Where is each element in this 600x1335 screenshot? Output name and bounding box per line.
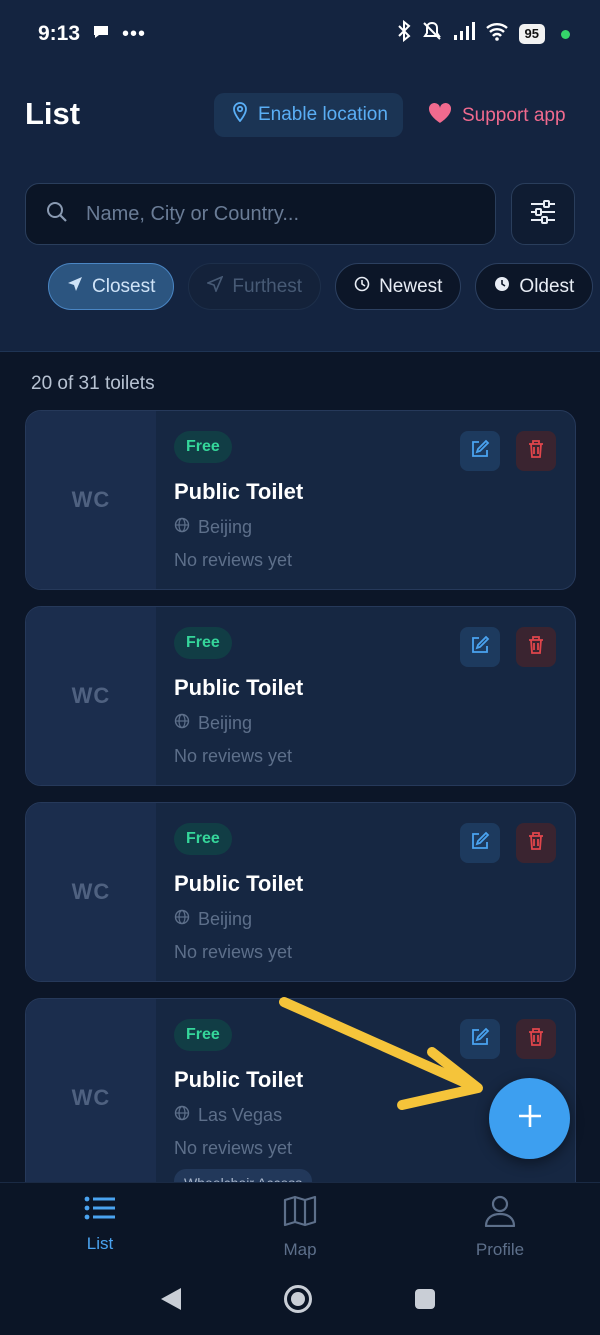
nav-list-label: List	[86, 1234, 114, 1253]
sliders-icon	[529, 199, 557, 229]
bottom-navigation: List Map Profile	[0, 1182, 600, 1270]
wc-thumbnail: WC	[26, 803, 156, 981]
clock-icon	[354, 276, 370, 298]
status-time: 9:13	[38, 22, 81, 45]
edit-icon	[470, 1027, 490, 1052]
price-badge: Free	[174, 627, 232, 659]
clock-filled-icon	[494, 276, 510, 298]
delete-button[interactable]	[516, 823, 556, 863]
search-bar	[25, 183, 496, 245]
mute-icon	[421, 20, 443, 48]
card-city: Beijing	[198, 909, 253, 929]
delete-button[interactable]	[516, 627, 556, 667]
card-reviews: No reviews yet	[174, 746, 293, 766]
chip-label: Closest	[92, 275, 156, 297]
chip-furthest[interactable]: Furthest	[188, 263, 322, 310]
card-reviews: No reviews yet	[174, 550, 293, 570]
recents-icon[interactable]	[414, 1288, 436, 1315]
sort-chips: Closest Furthest Newest Oldest	[48, 263, 600, 310]
wifi-icon	[485, 21, 509, 47]
chip-label: Newest	[379, 275, 443, 297]
result-count: 20 of 31 toilets	[31, 373, 155, 394]
search-input[interactable]	[86, 202, 466, 226]
chip-closest[interactable]: Closest	[48, 263, 175, 310]
chip-newest[interactable]: Newest	[335, 263, 462, 310]
system-navigation-bar	[0, 1270, 600, 1335]
support-app-label: Support app	[462, 105, 566, 126]
wc-thumbnail: WC	[26, 999, 156, 1197]
globe-icon	[174, 517, 190, 538]
add-toilet-button[interactable]	[489, 1078, 570, 1159]
card-title: Public Toilet	[174, 675, 304, 700]
trash-icon	[527, 831, 545, 856]
globe-icon	[174, 713, 190, 734]
edit-icon	[470, 439, 490, 464]
delete-button[interactable]	[516, 431, 556, 471]
bluetooth-icon	[397, 19, 411, 48]
nav-profile-label: Profile	[475, 1240, 525, 1259]
trash-icon	[527, 635, 545, 660]
heart-icon	[428, 102, 452, 130]
trash-icon	[527, 1027, 545, 1052]
toilet-card[interactable]: WC Free Public Toilet Beijing No reviews…	[25, 410, 576, 590]
toilet-card[interactable]: WC Free Public Toilet Beijing No reviews…	[25, 802, 576, 982]
edit-button[interactable]	[460, 431, 500, 471]
home-icon[interactable]	[283, 1284, 313, 1319]
more-dots-icon: •••	[122, 22, 147, 45]
status-bar: 9:13 ••• 95	[0, 0, 600, 68]
chip-oldest[interactable]: Oldest	[475, 263, 594, 310]
edit-button[interactable]	[460, 627, 500, 667]
signal-icon	[453, 21, 475, 47]
card-location: Beijing	[174, 909, 575, 930]
price-badge: Free	[174, 1019, 232, 1051]
card-city: Las Vegas	[198, 1105, 283, 1125]
toilet-list: WC Free Public Toilet Beijing No reviews…	[25, 410, 576, 1214]
globe-icon	[174, 1105, 190, 1126]
person-icon	[484, 1195, 516, 1232]
delete-button[interactable]	[516, 1019, 556, 1059]
card-title: Public Toilet	[174, 479, 304, 504]
enable-location-label: Enable location	[258, 104, 388, 125]
map-icon	[283, 1195, 317, 1232]
navigation-arrow-icon	[206, 274, 224, 298]
card-location: Beijing	[174, 713, 575, 734]
globe-icon	[174, 909, 190, 930]
nav-map[interactable]: Map	[240, 1195, 360, 1260]
page-title: List	[25, 96, 81, 131]
card-title: Public Toilet	[174, 871, 304, 896]
wc-thumbnail: WC	[26, 411, 156, 589]
plus-icon	[516, 1102, 544, 1135]
chat-icon	[92, 23, 110, 46]
privacy-indicator-dot	[561, 29, 570, 39]
edit-button[interactable]	[460, 1019, 500, 1059]
location-pin-icon	[232, 102, 248, 128]
price-badge: Free	[174, 431, 232, 463]
chip-label: Oldest	[519, 275, 575, 297]
card-city: Beijing	[198, 713, 253, 733]
enable-location-button[interactable]: Enable location	[214, 93, 403, 137]
filter-button[interactable]	[511, 183, 575, 245]
navigation-arrow-icon	[67, 276, 83, 298]
card-city: Beijing	[198, 517, 253, 537]
card-location: Beijing	[174, 517, 575, 538]
edit-icon	[470, 635, 490, 660]
search-icon	[46, 201, 68, 228]
chip-label: Furthest	[232, 275, 303, 297]
battery-indicator: 95	[518, 24, 545, 44]
nav-map-label: Map	[283, 1240, 317, 1259]
card-reviews: No reviews yet	[174, 942, 293, 962]
support-app-button[interactable]: Support app	[428, 99, 566, 133]
trash-icon	[527, 439, 545, 464]
back-icon[interactable]	[159, 1286, 183, 1317]
list-icon	[84, 1195, 116, 1226]
edit-icon	[470, 831, 490, 856]
price-badge: Free	[174, 823, 232, 855]
nav-list[interactable]: List	[40, 1195, 160, 1254]
toilet-card[interactable]: WC Free Public Toilet Beijing No reviews…	[25, 606, 576, 786]
wc-thumbnail: WC	[26, 607, 156, 785]
edit-button[interactable]	[460, 823, 500, 863]
nav-profile[interactable]: Profile	[440, 1195, 560, 1260]
